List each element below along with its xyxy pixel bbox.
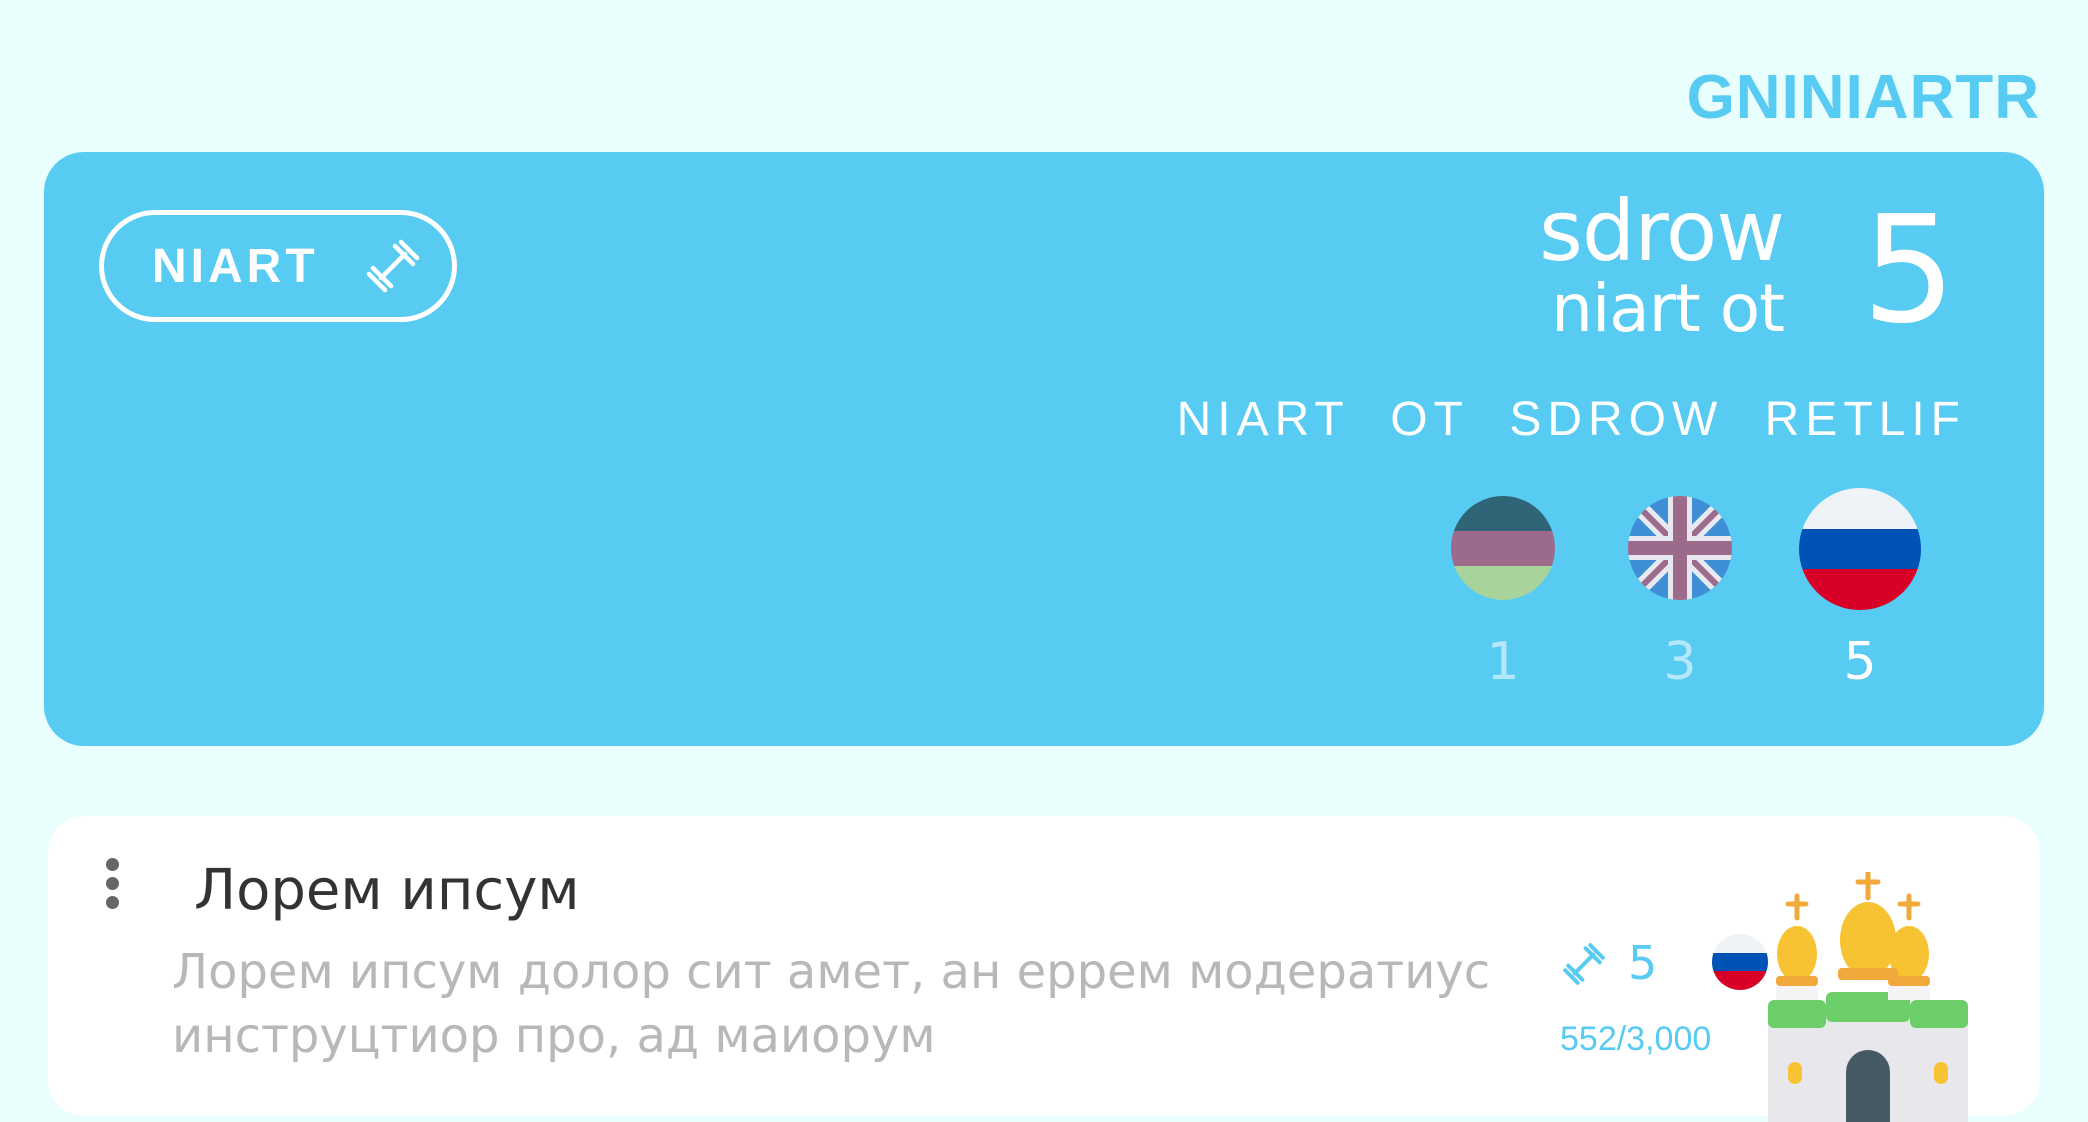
training-summary-card: NIART sdrow niart ot 5 NIART OT SDROW RE… xyxy=(44,152,2044,746)
train-button[interactable]: NIART xyxy=(99,210,457,322)
card-to-train-count: 5 xyxy=(1628,936,1658,990)
page-title: GNINIARTR xyxy=(1686,63,2040,132)
collection-card[interactable]: Лорем ипсум Лорем ипсум долор сит амет, … xyxy=(48,816,2040,1122)
language-count: 3 xyxy=(1663,632,1697,692)
words-label-line1: sdrow xyxy=(1539,182,1785,280)
filter-label: NIART OT SDROW RETLIF xyxy=(1176,393,1966,446)
uk-flag-icon[interactable] xyxy=(1628,496,1732,600)
language-count: 1 xyxy=(1486,632,1520,692)
russia-flag-icon xyxy=(1712,934,1768,990)
more-options-icon[interactable] xyxy=(102,858,122,914)
russia-flag-icon[interactable] xyxy=(1799,488,1921,610)
german-flag-icon[interactable] xyxy=(1451,496,1555,600)
train-button-label: NIART xyxy=(152,239,319,293)
words-label-line2: niart ot xyxy=(1551,269,1785,347)
words-to-train-count: 5 xyxy=(1861,184,1956,356)
words-to-train-label: sdrow niart ot xyxy=(1539,182,1785,347)
dumbbell-icon xyxy=(366,239,419,293)
language-count-selected: 5 xyxy=(1843,632,1877,692)
card-description: Лорем ипсум долор сит амет, ан еррем мод… xyxy=(172,944,1491,1064)
dumbbell-icon xyxy=(1563,943,1605,985)
card-progress: 552/3,000 xyxy=(1560,1020,1712,1058)
card-title: Лорем ипсум xyxy=(194,858,580,923)
cathedral-icon xyxy=(1768,872,1968,1122)
